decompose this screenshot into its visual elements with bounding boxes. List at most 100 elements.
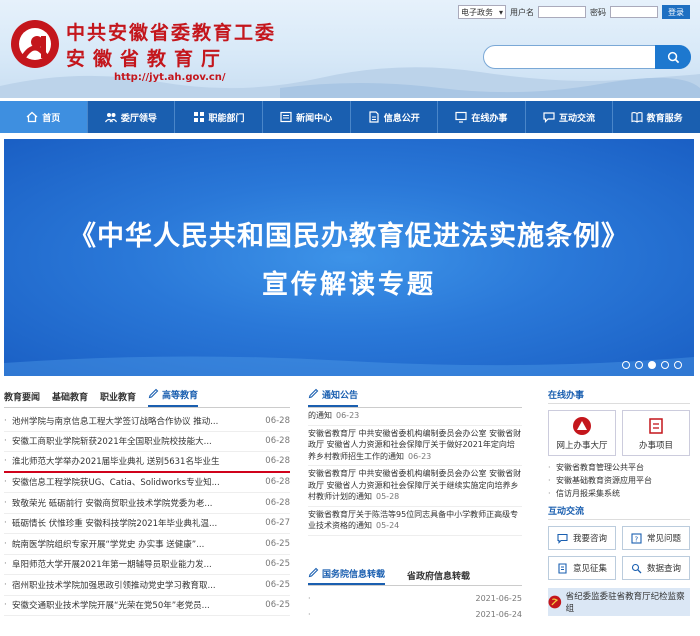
query-button[interactable]: 数据查询	[622, 556, 690, 580]
news-title[interactable]: 皖南医学院组织专家开展“学党史 办实事 送健康”...	[12, 538, 260, 550]
list-item[interactable]: · 阜阳师范大学开展2021年第一期辅导员职业能力发... 06-25	[4, 555, 290, 575]
list-item[interactable]: 安徽省教育厅 中共安徽省委机构编制委员会办公室 安徽省财政厅 安徽省人力资源和社…	[308, 466, 522, 507]
link-text[interactable]: 安徽基础教育资源应用平台	[556, 475, 652, 486]
notice-title: 通知公告	[322, 391, 359, 401]
list-item[interactable]: · 致敬荣光 砥砺前行 安徽商贸职业技术学院党委为老... 06-28	[4, 493, 290, 514]
tab-state-council[interactable]: 国务院信息转载	[308, 567, 386, 585]
hall-icon	[573, 416, 591, 435]
list-item[interactable]: · 砥砺情长 伏惟珍重 安徽科技学院2021年毕业典礼温... 06-27	[4, 514, 290, 534]
list-item[interactable]: · 皖南医学院组织专家开展“学党史 办实事 送健康”... 06-25	[4, 534, 290, 555]
carousel-dot-active[interactable]	[648, 361, 656, 369]
bullet-icon: ·	[4, 456, 7, 467]
education-logo-icon	[11, 20, 59, 68]
gov-info-tabs: 国务院信息转载 省政府信息转载	[308, 567, 522, 586]
news-title[interactable]: 安徽工商职业学院斩获2021年全国职业院校技能大...	[12, 435, 260, 447]
list-item[interactable]: · 安徽省教育管理公共平台	[548, 461, 690, 474]
system-select[interactable]: 电子政务 ▾	[458, 5, 506, 19]
notice-date: 05-24	[376, 521, 400, 530]
site-header: 中共安徽省委教育工委 安徽省教育厅 http://jyt.ah.gov.cn/ …	[0, 0, 700, 98]
button-label: 意见征集	[572, 564, 607, 574]
consult-button[interactable]: 我要咨询	[548, 526, 616, 550]
login-button[interactable]: 登录	[662, 5, 690, 19]
carousel-dots	[622, 361, 682, 369]
list-item[interactable]: · 宿州职业技术学院加强思政引领推动党史学习教育取... 06-25	[4, 575, 290, 596]
list-item[interactable]: 的通知 06-23	[308, 408, 522, 426]
opinion-button[interactable]: 意见征集	[548, 556, 616, 580]
nav-item-departments[interactable]: 职能部门	[175, 101, 263, 133]
list-item[interactable]: · 信访月报采集系统	[548, 487, 690, 500]
tab-vocational-education[interactable]: 职业教育	[100, 390, 136, 407]
notice-text[interactable]: 安徽省教育厅 中共安徽省委机构编制委员会办公室 安徽省财政厅 安徽省人力资源和社…	[308, 469, 521, 501]
tab-education-news[interactable]: 教育要闻	[4, 390, 40, 407]
news-title[interactable]: 砥砺情长 伏惟珍重 安徽科技学院2021年毕业典礼温...	[12, 517, 260, 529]
nav-item-online-service[interactable]: 在线办事	[438, 101, 526, 133]
list-item[interactable]: · 2021-06-24	[308, 606, 522, 622]
search-button[interactable]	[655, 45, 691, 69]
list-item[interactable]: 安徽省教育厅关于陈浩等95位同志具备中小学教师正高级专业技术资格的通知 05-24	[308, 507, 522, 536]
banner-wave-decoration	[4, 356, 694, 376]
notice-text[interactable]: 安徽省教育厅关于陈浩等95位同志具备中小学教师正高级专业技术资格的通知	[308, 510, 518, 531]
username-input[interactable]	[538, 6, 586, 18]
nav-label: 信息公开	[383, 113, 420, 124]
news-date: 06-28	[265, 415, 290, 426]
list-item[interactable]: · 2021-06-25	[308, 590, 522, 606]
news-title[interactable]: 淮北师范大学举办2021届毕业典礼 送别5631名毕业生	[12, 455, 260, 467]
tab-basic-education[interactable]: 基础教育	[52, 390, 88, 407]
book-icon	[631, 112, 643, 123]
service-items-button[interactable]: 办事项目	[622, 410, 690, 456]
chat-icon	[543, 112, 555, 123]
carousel-dot[interactable]	[622, 361, 630, 369]
news-panel: 教育要闻 基础教育 职业教育 高等教育 · 池州学院与南京信息工程大学签订战略合作…	[4, 388, 290, 616]
notice-date: 05-28	[376, 492, 400, 501]
list-item[interactable]: 安徽省教育厅 中共安徽省委机构编制委员会办公室 安徽省财政厅 安徽省人力资源和社…	[308, 426, 522, 466]
password-input[interactable]	[610, 6, 658, 18]
notice-text[interactable]: 的通知	[308, 411, 332, 420]
list-item[interactable]: · 安徽交通职业技术学院开展“光荣在党50年”老党员... 06-25	[4, 596, 290, 616]
button-label: 常见问题	[646, 534, 681, 544]
banner-carousel[interactable]: 《中华人民共和国民办教育促进法实施条例》 宣传解读专题	[4, 139, 694, 376]
list-item[interactable]: · 安徽工商职业学院斩获2021年全国职业院校技能大... 06-28	[4, 432, 290, 452]
bullet-icon: ·	[308, 609, 311, 619]
list-item-highlighted[interactable]: · 淮北师范大学举办2021届毕业典礼 送别5631名毕业生 06-28	[4, 452, 290, 473]
carousel-dot[interactable]	[635, 361, 643, 369]
list-item[interactable]: · 安徽信息工程学院获UG、Catia、Solidworks专业知... 06-28	[4, 473, 290, 493]
nav-item-leaders[interactable]: 委厅领导	[88, 101, 176, 133]
page: 中共安徽省委教育工委 安徽省教育厅 http://jyt.ah.gov.cn/ …	[0, 0, 700, 636]
search-input[interactable]	[483, 45, 691, 69]
nav-item-home[interactable]: 首页	[0, 101, 88, 133]
notice-date: 06-23	[336, 411, 360, 420]
tab-higher-education[interactable]: 高等教育	[148, 388, 199, 407]
nav-item-info-disclosure[interactable]: 信息公开	[351, 101, 439, 133]
carousel-dot[interactable]	[661, 361, 669, 369]
news-title[interactable]: 致敬荣光 砥砺前行 安徽商贸职业技术学院党委为老...	[12, 497, 260, 509]
news-date: 06-25	[265, 538, 290, 549]
list-item[interactable]: · 池州学院与南京信息工程大学签订战略合作协议 推动... 06-28	[4, 411, 290, 432]
faq-button[interactable]: ? 常见问题	[622, 526, 690, 550]
news-title[interactable]: 宿州职业技术学院加强思政引领推动党史学习教育取...	[12, 579, 260, 591]
banner-title-line1: 《中华人民共和国民办教育促进法实施条例》	[69, 221, 629, 252]
nav-item-interaction[interactable]: 互动交流	[526, 101, 614, 133]
button-label: 我要咨询	[572, 534, 607, 544]
site-url[interactable]: http://jyt.ah.gov.cn/	[114, 72, 226, 83]
nav-item-news[interactable]: 新闻中心	[263, 101, 351, 133]
bullet-icon: ·	[4, 477, 7, 488]
link-text[interactable]: 信访月报采集系统	[556, 488, 620, 499]
news-title[interactable]: 安徽信息工程学院获UG、Catia、Solidworks专业知...	[12, 476, 260, 488]
news-title[interactable]: 安徽交通职业技术学院开展“光荣在党50年”老党员...	[12, 599, 260, 611]
online-hall-button[interactable]: 网上办事大厅	[548, 410, 616, 456]
news-title[interactable]: 阜阳师范大学开展2021年第一期辅导员职业能力发...	[12, 558, 260, 570]
tab-label: 国务院信息转载	[322, 570, 386, 580]
link-text[interactable]: 安徽省教育管理公共平台	[556, 462, 644, 473]
news-title[interactable]: 池州学院与南京信息工程大学签订战略合作协议 推动...	[12, 415, 260, 427]
list-item[interactable]: · 安徽基础教育资源应用平台	[548, 474, 690, 487]
nav-item-edu-service[interactable]: 教育服务	[613, 101, 700, 133]
news-date: 06-28	[265, 436, 290, 447]
carousel-dot[interactable]	[674, 361, 682, 369]
bullet-icon: ·	[548, 463, 551, 472]
nav-label: 职能部门	[208, 113, 245, 124]
tab-notices[interactable]: 通知公告	[308, 388, 359, 407]
tab-provincial-gov[interactable]: 省政府信息转载	[407, 569, 470, 585]
gov-date: 2021-06-24	[475, 609, 523, 619]
discipline-inspection-banner[interactable]: 省纪委监委驻省教育厅纪检监察组	[548, 588, 690, 616]
doc-icon	[369, 111, 379, 123]
